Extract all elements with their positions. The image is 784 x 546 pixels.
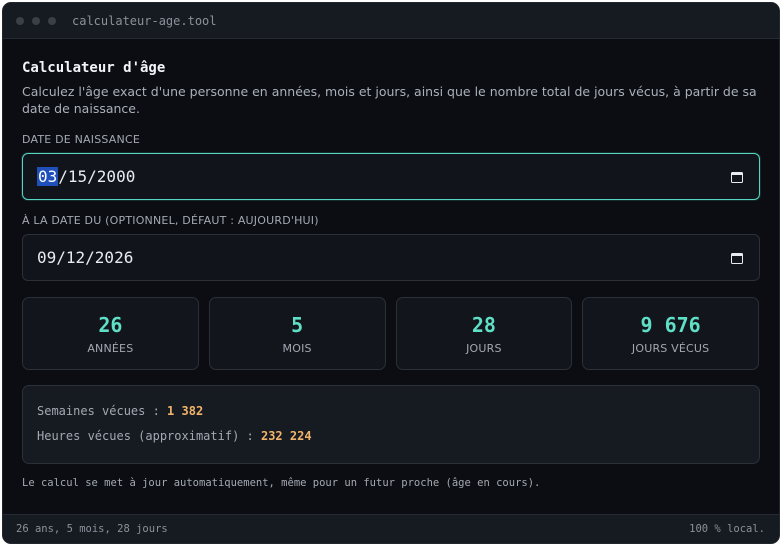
hours-lived-row: Heures vécues (approximatif) : 232 224 <box>37 428 745 453</box>
stat-card-years: 26 ANNÉES <box>22 297 199 370</box>
birth-date-rest[interactable]: /15/2000 <box>58 167 135 186</box>
main-content: Calculateur d'âge Calculez l'âge exact d… <box>3 39 779 489</box>
birth-date-value[interactable]: 03/15/2000 <box>37 167 135 186</box>
stat-label: JOURS VÉCUS <box>631 342 710 355</box>
stat-label: ANNÉES <box>87 342 134 355</box>
details-panel: Semaines vécues : 1 382 Heures vécues (a… <box>22 385 760 464</box>
auto-update-note: Le calcul se met à jour automatiquement,… <box>22 477 541 489</box>
window-dot-maximize[interactable] <box>48 16 56 25</box>
weeks-lived-label: Semaines vécues : <box>37 404 168 418</box>
birth-date-label: DATE DE NAISSANCE <box>22 133 140 146</box>
stat-value: 28 <box>471 313 496 337</box>
stat-value: 9 676 <box>640 313 701 337</box>
reference-date-label: À LA DATE DU (OPTIONNEL, DÉFAUT : AUJOUR… <box>22 214 319 227</box>
window-dot-minimize[interactable] <box>32 16 40 25</box>
window-dot-close[interactable] <box>16 16 24 25</box>
birth-date-month-segment[interactable]: 03 <box>37 167 59 186</box>
hours-lived-label: Heures vécues (approximatif) : <box>37 429 261 443</box>
status-age-summary: 26 ans, 5 mois, 28 jours <box>16 523 168 535</box>
stat-card-days-lived: 9 676 JOURS VÉCUS <box>582 297 759 370</box>
weeks-lived-value: 1 382 <box>167 404 204 418</box>
stat-value: 26 <box>98 313 123 337</box>
calendar-icon[interactable] <box>731 252 743 264</box>
page-title: Calculateur d'âge <box>22 60 166 76</box>
status-local-badge: 100 % local. <box>689 523 765 535</box>
app-window: calculateur-age.tool Calculateur d'âge C… <box>2 2 780 544</box>
stat-label: JOURS <box>466 342 502 355</box>
stat-label: MOIS <box>282 342 312 355</box>
stats-row: 26 ANNÉES 5 MOIS 28 JOURS 9 676 JOURS VÉ… <box>22 297 759 370</box>
stat-card-days: 28 JOURS <box>395 297 573 370</box>
birth-date-input[interactable]: 03/15/2000 <box>22 153 760 200</box>
weeks-lived-row: Semaines vécues : 1 382 <box>37 403 745 428</box>
stat-value: 5 <box>291 313 304 337</box>
status-bar: 26 ans, 5 mois, 28 jours 100 % local. <box>3 514 779 543</box>
window-title: calculateur-age.tool <box>72 13 217 28</box>
page-description: Calculez l'âge exact d'une personne en a… <box>22 84 757 116</box>
calendar-icon[interactable] <box>731 171 743 183</box>
hours-lived-value: 232 224 <box>260 429 312 443</box>
title-bar: calculateur-age.tool <box>3 3 779 39</box>
reference-date-value[interactable]: 09/12/2026 <box>37 248 133 267</box>
reference-date-input[interactable]: 09/12/2026 <box>22 234 760 281</box>
stat-card-months: 5 MOIS <box>208 297 386 370</box>
